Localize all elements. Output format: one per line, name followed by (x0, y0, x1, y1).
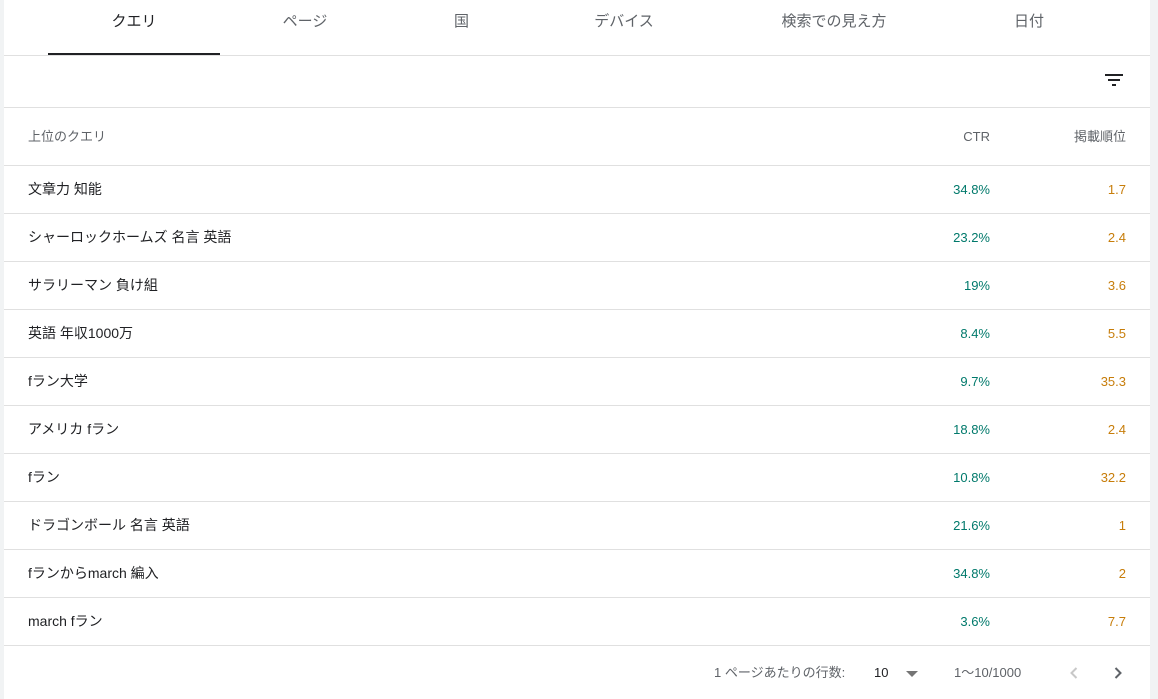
dropdown-arrow-icon (906, 671, 918, 677)
position-cell: 7.7 (1107, 614, 1126, 629)
query-cell: サラリーマン 負け組 (28, 277, 158, 293)
ctr-cell: 8.4% (960, 326, 990, 341)
ctr-cell: 21.6% (953, 518, 990, 533)
position-cell: 5.5 (1107, 326, 1126, 341)
position-cell: 2 (1118, 566, 1126, 581)
active-tab-indicator (48, 53, 220, 55)
ctr-cell: 3.6% (960, 614, 990, 629)
query-cell: march fラン (28, 613, 103, 629)
query-cell: fランからmarch 編入 (28, 565, 159, 581)
ctr-cell: 23.2% (953, 230, 990, 245)
position-cell: 32.2 (1100, 470, 1126, 485)
column-header-ctr[interactable]: CTR (963, 108, 990, 165)
next-page-button[interactable] (1106, 661, 1130, 685)
query-cell: 文章力 知能 (28, 181, 102, 197)
filter-button[interactable] (1102, 68, 1126, 92)
query-cell: ドラゴンボール 名言 英語 (28, 517, 190, 533)
previous-page-button[interactable] (1062, 661, 1086, 685)
table-row[interactable]: サラリーマン 負け組 19% 3.6 (4, 262, 1150, 310)
tab-countries[interactable]: 国 (404, 0, 519, 55)
tab-label: 日付 (1013, 13, 1044, 30)
page-range: 1〜10/1000 (954, 665, 1022, 680)
tab-pages[interactable]: ページ (234, 0, 376, 55)
table-body: 文章力 知能 34.8% 1.7 シャーロックホームズ 名言 英語 23.2% … (4, 166, 1150, 646)
tab-label: ページ (282, 13, 328, 30)
rows-per-page-select[interactable]: 10 (874, 661, 922, 685)
table-row[interactable]: fランからmarch 編入 34.8% 2 (4, 550, 1150, 598)
position-cell: 3.6 (1107, 278, 1126, 293)
table-header: 上位のクエリ CTR 掲載順位 (4, 108, 1150, 166)
pagination: 1 ページあたりの行数: 10 1〜10/1000 (4, 647, 1150, 699)
query-cell: fラン (28, 469, 60, 485)
query-cell: fラン大学 (28, 373, 88, 389)
position-cell: 1.7 (1107, 182, 1126, 197)
performance-card: クエリ ページ 国 デバイス 検索での見え方 日付 上位のクエリ CTR 掲載順… (4, 0, 1150, 699)
position-cell: 1 (1118, 518, 1126, 533)
ctr-cell: 10.8% (953, 470, 990, 485)
ctr-cell: 19% (963, 278, 990, 293)
table-row[interactable]: ドラゴンボール 名言 英語 21.6% 1 (4, 502, 1150, 550)
tab-queries[interactable]: クエリ (48, 0, 220, 55)
column-header-position[interactable]: 掲載順位 (1074, 108, 1126, 165)
ctr-cell: 34.8% (953, 566, 990, 581)
table-row[interactable]: fラン大学 9.7% 35.3 (4, 358, 1150, 406)
tab-dates[interactable]: 日付 (974, 0, 1084, 55)
tab-label: デバイス (594, 13, 654, 30)
chevron-right-icon (1106, 667, 1130, 688)
chevron-left-icon (1062, 667, 1086, 688)
table-row[interactable]: 英語 年収1000万 8.4% 5.5 (4, 310, 1150, 358)
rows-per-page-value: 10 (874, 665, 889, 680)
table-row[interactable]: fラン 10.8% 32.2 (4, 454, 1150, 502)
query-cell: アメリカ fラン (28, 421, 120, 437)
filter-list-icon (1102, 68, 1126, 92)
position-cell: 2.4 (1107, 422, 1126, 437)
position-cell: 35.3 (1100, 374, 1126, 389)
tab-label: 国 (453, 13, 469, 30)
ctr-cell: 9.7% (960, 374, 990, 389)
tab-label: クエリ (111, 13, 157, 30)
table-row[interactable]: シャーロックホームズ 名言 英語 23.2% 2.4 (4, 214, 1150, 262)
column-header-query[interactable]: 上位のクエリ (28, 108, 106, 165)
rows-per-page-label: 1 ページあたりの行数: (714, 665, 846, 680)
table-toolbar (4, 56, 1150, 108)
dimension-tabs: クエリ ページ 国 デバイス 検索での見え方 日付 (4, 0, 1150, 56)
table-row[interactable]: アメリカ fラン 18.8% 2.4 (4, 406, 1150, 454)
query-cell: 英語 年収1000万 (28, 325, 134, 341)
table-row[interactable]: 文章力 知能 34.8% 1.7 (4, 166, 1150, 214)
position-cell: 2.4 (1107, 230, 1126, 245)
table-row[interactable]: march fラン 3.6% 7.7 (4, 598, 1150, 646)
tab-search-appearance[interactable]: 検索での見え方 (754, 0, 914, 55)
tab-label: 検索での見え方 (781, 13, 887, 30)
ctr-cell: 34.8% (953, 182, 990, 197)
tab-devices[interactable]: デバイス (549, 0, 699, 55)
ctr-cell: 18.8% (953, 422, 990, 437)
query-cell: シャーロックホームズ 名言 英語 (28, 229, 232, 245)
